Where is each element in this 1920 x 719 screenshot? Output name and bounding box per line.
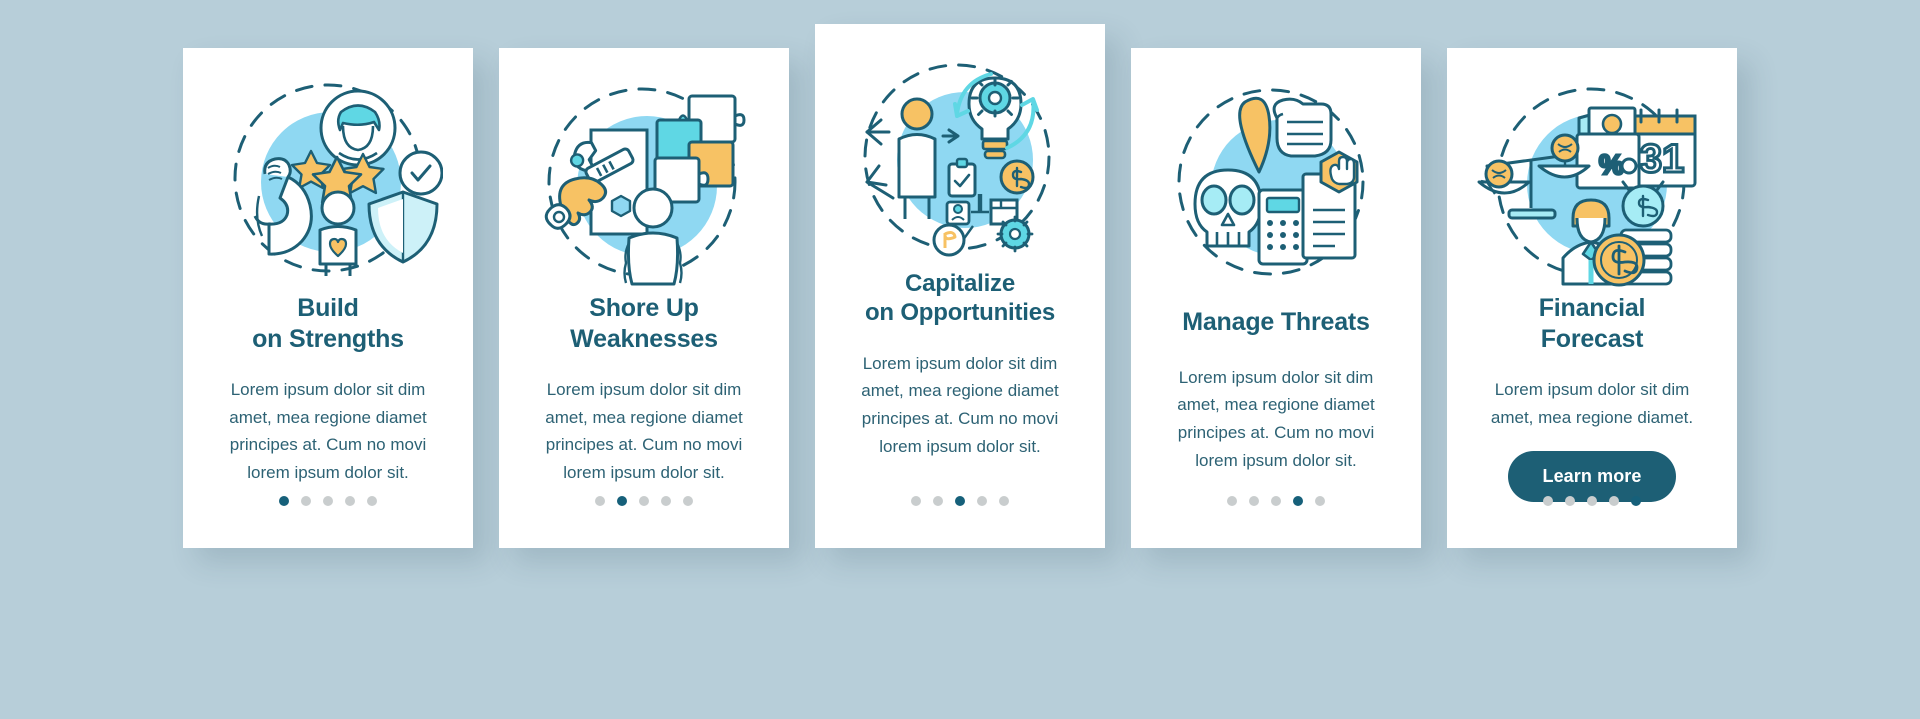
pagination-dots[interactable]	[1131, 496, 1421, 506]
pagination-dot-4[interactable]	[1609, 496, 1619, 506]
pagination-dots[interactable]	[499, 496, 789, 506]
onboarding-card-financial-forecast[interactable]: 31 % Financial Forecast Lorem ipsum dolo…	[1447, 48, 1737, 548]
pagination-dots[interactable]	[1447, 496, 1737, 506]
pagination-dots[interactable]	[183, 496, 473, 506]
pagination-dot-4[interactable]	[1293, 496, 1303, 506]
pagination-dot-3[interactable]	[955, 496, 965, 506]
card-body-text: Lorem ipsum dolor sit dim amet, mea regi…	[1490, 380, 1694, 427]
card-title: Build on Strengths	[238, 293, 418, 354]
card-body-text: Lorem ipsum dolor sit dim amet, mea regi…	[861, 353, 1059, 456]
pagination-dot-1[interactable]	[279, 496, 289, 506]
onboarding-card-shore-up-weaknesses[interactable]: Shore Up Weaknesses Lorem ipsum dolor si…	[499, 48, 789, 548]
learn-more-button-row: Learn more	[1447, 451, 1737, 503]
card-title-line-1: Shore Up	[589, 294, 699, 322]
onboarding-card-build-on-strengths[interactable]: Build on Strengths Lorem ipsum dolor sit…	[183, 48, 473, 548]
pagination-dot-1[interactable]	[1227, 496, 1237, 506]
pagination-dot-4[interactable]	[661, 496, 671, 506]
card-title: Manage Threats	[1168, 293, 1384, 338]
pagination-dot-4[interactable]	[345, 496, 355, 506]
pagination-dot-5[interactable]	[1315, 496, 1325, 506]
pagination-dot-3[interactable]	[323, 496, 333, 506]
card-body-text: Lorem ipsum dolor sit dim amet, mea regi…	[1177, 367, 1375, 470]
card-title-line-1: Build	[297, 294, 359, 322]
svg-text:%: %	[1599, 149, 1624, 180]
skull-fist-calculator-illustration	[1161, 78, 1391, 293]
card-title: Shore Up Weaknesses	[556, 293, 732, 354]
learn-more-button[interactable]: Learn more	[1508, 451, 1676, 503]
onboarding-screens-board: Build on Strengths Lorem ipsum dolor sit…	[0, 0, 1920, 719]
card-title: Capitalize on Opportunities	[851, 269, 1069, 328]
pagination-dot-2[interactable]	[933, 496, 943, 506]
pagination-dot-2[interactable]	[1249, 496, 1259, 506]
card-title-line-2: on Strengths	[252, 324, 404, 353]
card-title-line-1: Financial	[1538, 294, 1646, 322]
card-title-line-2: Forecast	[1540, 324, 1644, 353]
card-body-text: Lorem ipsum dolor sit dim amet, mea regi…	[545, 380, 743, 483]
strength-arm-stars-shield-illustration	[213, 78, 443, 293]
card-body-text: Lorem ipsum dolor sit dim amet, mea regi…	[229, 380, 427, 483]
card-title-line-1: Capitalize	[904, 270, 1016, 297]
pagination-dot-1[interactable]	[1543, 496, 1553, 506]
card-title-line-1: Manage Threats	[1182, 308, 1370, 336]
card-title-line-2: Weaknesses	[570, 324, 718, 353]
lightbulb-gears-person-arrows-illustration	[845, 54, 1075, 269]
pagination-dot-5[interactable]	[999, 496, 1009, 506]
pagination-dot-5[interactable]	[683, 496, 693, 506]
card-title-line-2: on Opportunities	[864, 299, 1056, 327]
pagination-dot-1[interactable]	[911, 496, 921, 506]
pagination-dot-3[interactable]	[1271, 496, 1281, 506]
pagination-dot-2[interactable]	[1565, 496, 1575, 506]
onboarding-card-capitalize-on-opportunities[interactable]: Capitalize on Opportunities Lorem ipsum …	[815, 24, 1105, 548]
pagination-dot-5[interactable]	[367, 496, 377, 506]
wrench-puzzle-person-illustration	[529, 78, 759, 293]
card-title: Financial Forecast	[1525, 293, 1660, 354]
pagination-dot-3[interactable]	[639, 496, 649, 506]
pagination-dot-2[interactable]	[617, 496, 627, 506]
pagination-dot-2[interactable]	[301, 496, 311, 506]
scales-coins-calendar-businessman-illustration: 31 %	[1477, 78, 1707, 293]
pagination-dot-1[interactable]	[595, 496, 605, 506]
pagination-dots[interactable]	[815, 496, 1105, 506]
pagination-dot-4[interactable]	[977, 496, 987, 506]
pagination-dot-3[interactable]	[1587, 496, 1597, 506]
onboarding-card-manage-threats[interactable]: Manage Threats Lorem ipsum dolor sit dim…	[1131, 48, 1421, 548]
pagination-dot-5[interactable]	[1631, 496, 1641, 506]
svg-text:31: 31	[1640, 137, 1685, 181]
